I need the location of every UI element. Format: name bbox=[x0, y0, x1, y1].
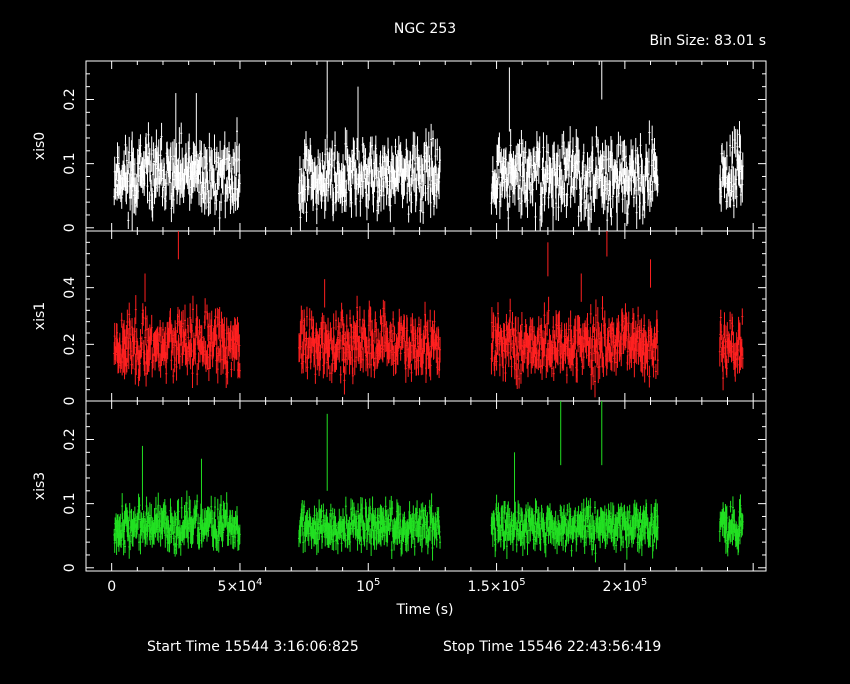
y-axis-label-xis0: xis0 bbox=[32, 132, 48, 160]
bin-size-label: Bin Size: 83.01 s bbox=[649, 33, 766, 49]
y-tick-label: 0.2 bbox=[62, 428, 78, 450]
panel-xis0: 0 0.1 0.2 xis0 bbox=[32, 61, 766, 232]
panel-xis3: 0 0.1 0.2 xis3 bbox=[32, 401, 766, 572]
y-tick-label: 0.2 bbox=[62, 88, 78, 110]
y-tick-label: 0 bbox=[62, 223, 78, 232]
lightcurve-figure: NGC 253 Bin Size: 83.01 s 0 0.1 0.2 xis0 0 0.… bbox=[0, 0, 850, 680]
lightcurve-chart: NGC 253 Bin Size: 83.01 s 0 0.1 0.2 xis0 0 0.… bbox=[0, 0, 850, 680]
y-axis-label-xis3: xis3 bbox=[32, 472, 48, 500]
data-points-xis0 bbox=[113, 61, 744, 231]
panel-xis1: 0 0.2 0.4 xis1 bbox=[32, 231, 766, 405]
y-tick-label: 0.2 bbox=[62, 333, 78, 355]
y-tick-label: 0 bbox=[62, 563, 78, 572]
y-tick-label: 0.1 bbox=[62, 153, 78, 175]
data-points-xis1 bbox=[113, 231, 744, 397]
y-axis-label-xis1: xis1 bbox=[32, 302, 48, 330]
y-tick-label: 0 bbox=[62, 397, 78, 406]
y-tick-label: 0.4 bbox=[62, 276, 78, 298]
y-tick-label: 0.1 bbox=[62, 493, 78, 515]
panel-group: 00.10.2xis000.20.4xis100.10.2xis305×1041… bbox=[32, 61, 766, 595]
chart-title: NGC 253 bbox=[394, 21, 456, 37]
data-points-xis3 bbox=[113, 401, 744, 562]
